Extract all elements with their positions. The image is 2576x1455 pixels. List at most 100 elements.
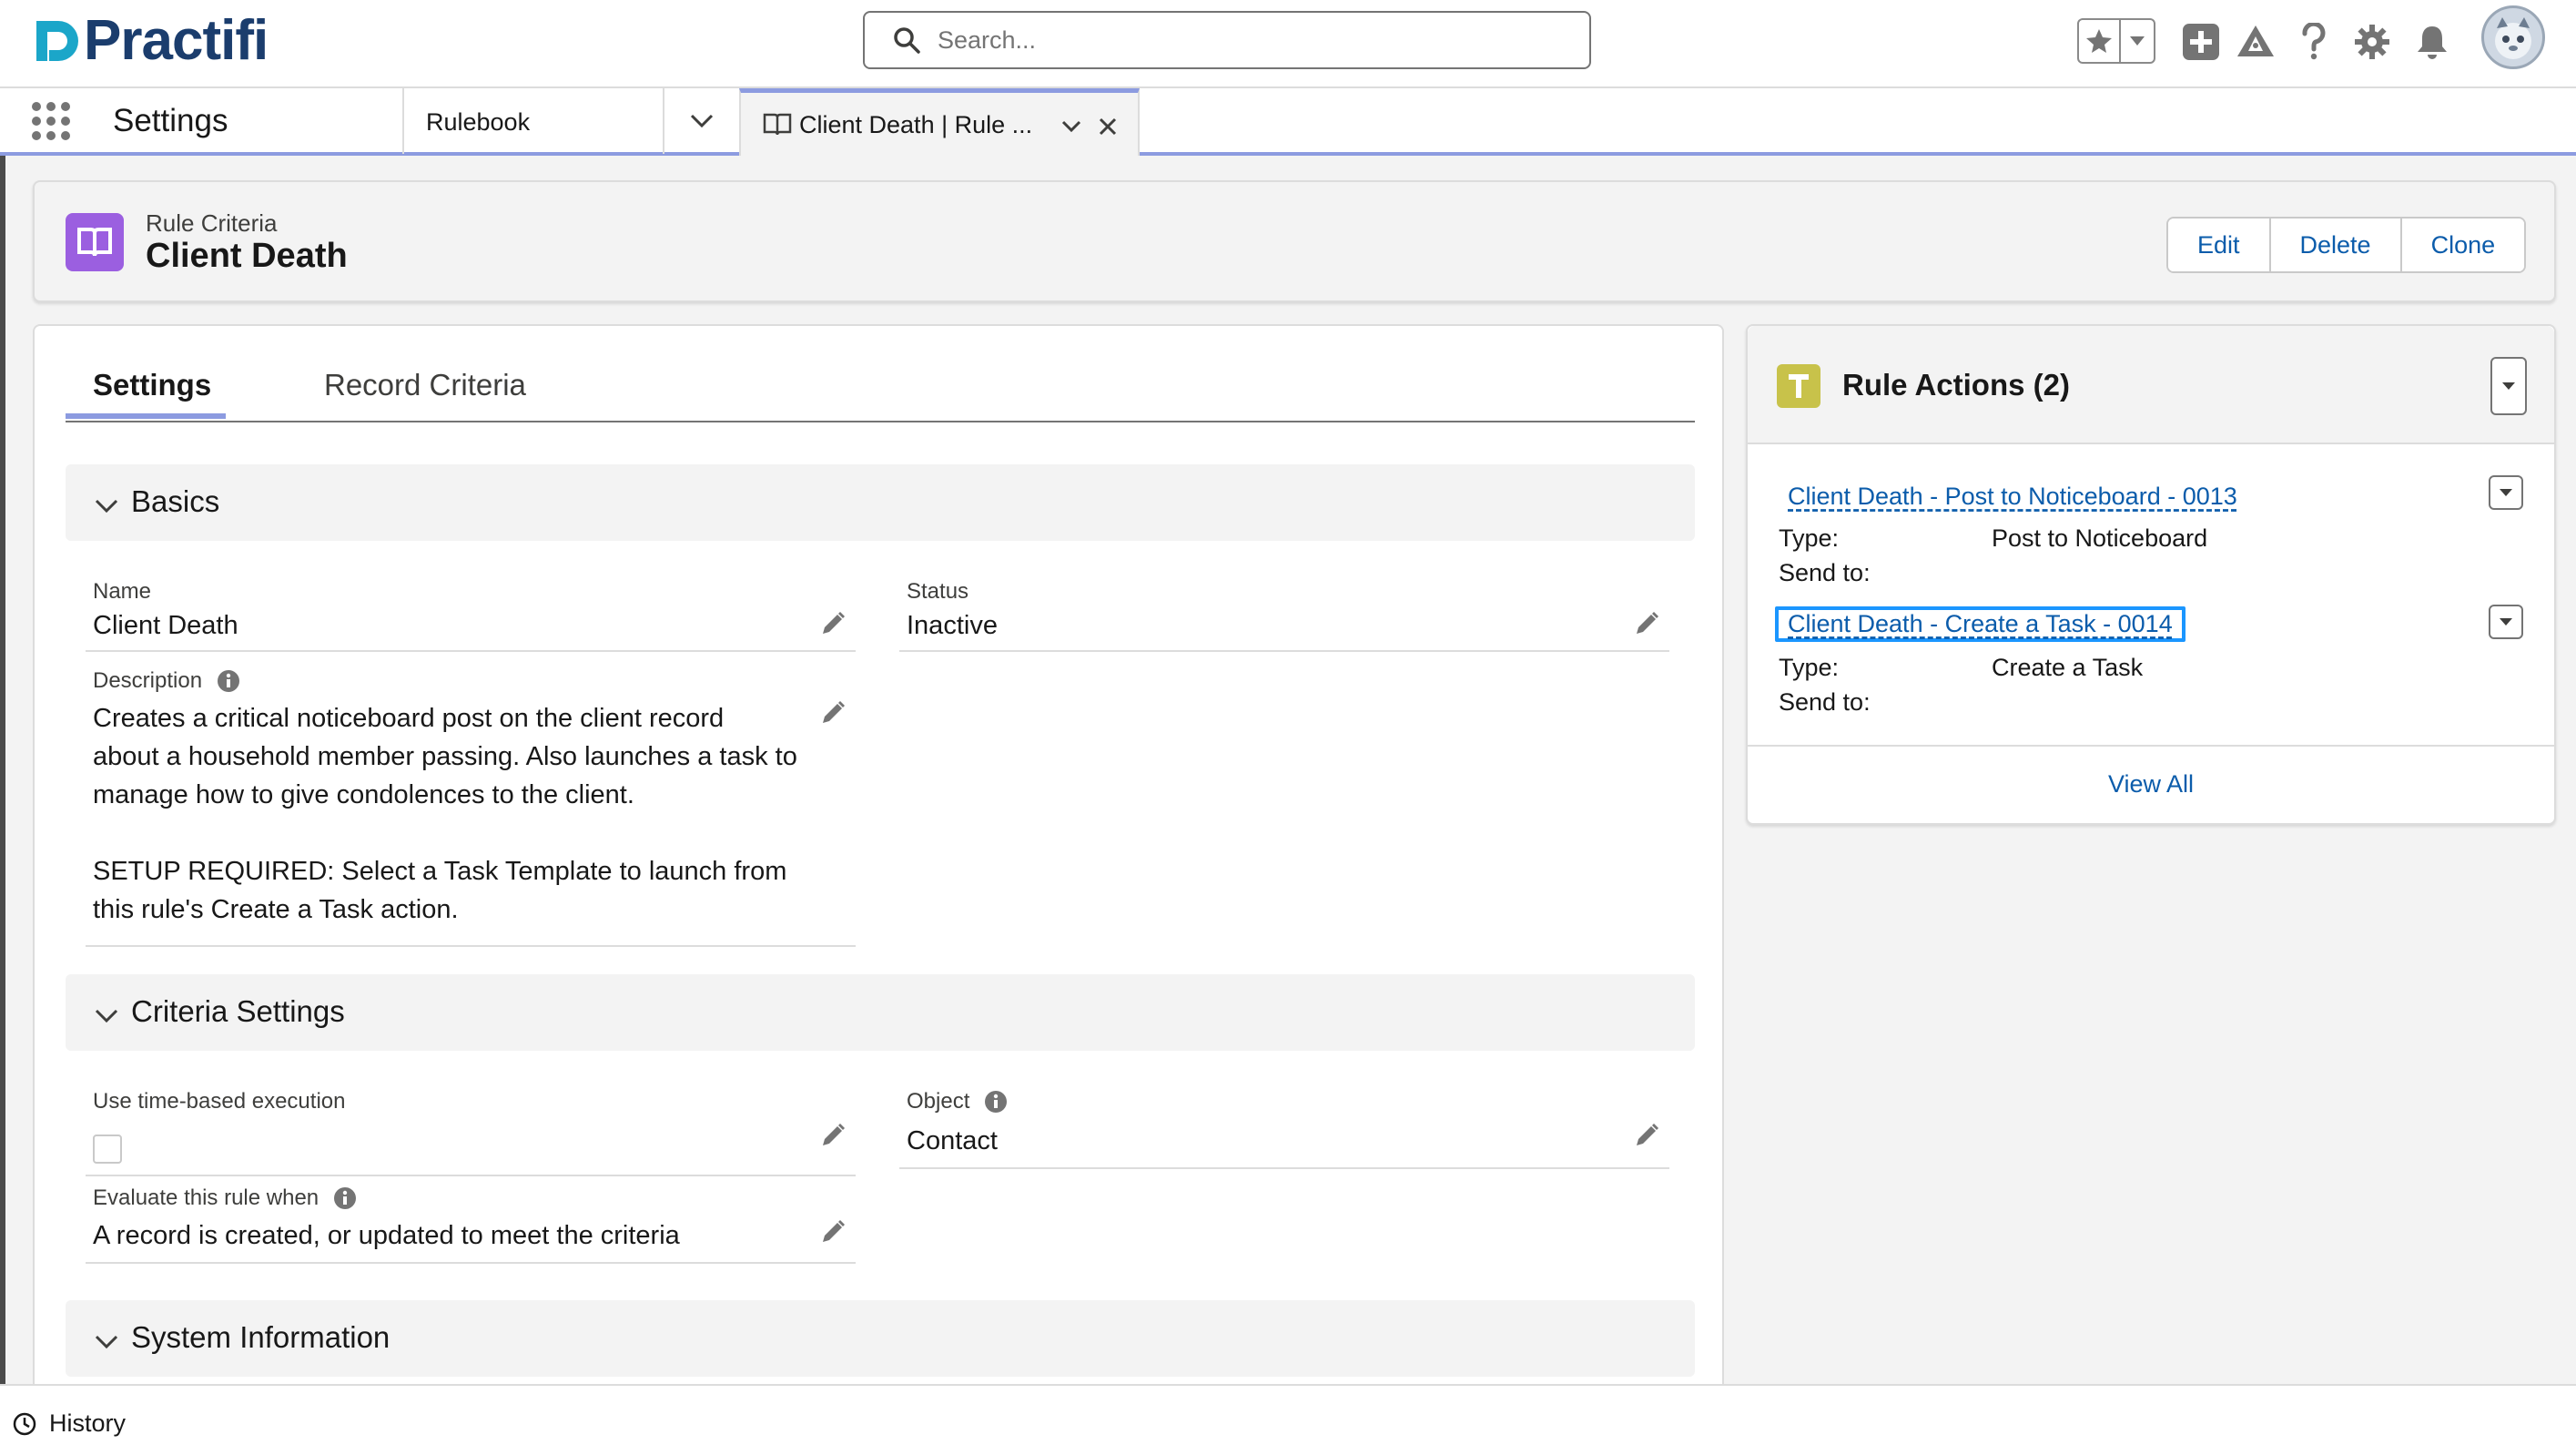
notifications-bell-icon[interactable]: [2410, 20, 2454, 64]
clone-button[interactable]: Clone: [2401, 219, 2525, 271]
rule-action-link[interactable]: Client Death - Post to Noticeboard - 001…: [1779, 481, 2246, 513]
edit-pencil-icon[interactable]: [819, 1218, 847, 1246]
edit-pencil-icon[interactable]: [1633, 610, 1660, 637]
description-label: Description: [93, 668, 203, 693]
type-label: Type:: [1779, 524, 1840, 552]
type-label: Type:: [1779, 654, 1840, 681]
field-label: Description: [93, 668, 240, 694]
close-tab-icon[interactable]: [1094, 113, 1121, 140]
clock-icon: [13, 1412, 36, 1435]
star-icon[interactable]: [2079, 20, 2121, 62]
utility-bar: History: [0, 1384, 2576, 1455]
description-line: this rule's Create a Task action.: [93, 895, 459, 924]
tab-dropdown-chevron-icon[interactable]: [1058, 113, 1085, 140]
rule-actions-title[interactable]: Rule Actions (2): [1842, 368, 2070, 402]
object-label: Object: [907, 1089, 970, 1114]
info-icon[interactable]: [333, 1186, 357, 1210]
field-label: Name: [93, 579, 152, 604]
trailhead-icon[interactable]: [2234, 20, 2277, 64]
view-all-link[interactable]: View All: [2108, 770, 2194, 799]
rule-action-link[interactable]: Client Death - Create a Task - 0014: [1775, 606, 2186, 642]
nav-item-dropdown[interactable]: [664, 88, 739, 154]
tab-record-criteria[interactable]: Record Criteria: [324, 368, 526, 402]
time-based-checkbox[interactable]: [93, 1134, 122, 1164]
rule-actions-footer: View All: [1748, 745, 2554, 823]
rule-actions-card: Rule Actions (2) Client Death - Post to …: [1746, 324, 2556, 825]
detail-tabs: Settings Record Criteria: [66, 326, 1695, 422]
chevron-down-icon: [2500, 618, 2512, 626]
section-system-information-header[interactable]: System Information: [66, 1300, 1695, 1377]
field-label: Evaluate this rule when: [93, 1185, 357, 1211]
rulebook-icon: [763, 113, 792, 136]
edit-pencil-icon[interactable]: [819, 1122, 847, 1149]
description-line: manage how to give condolences to the cl…: [93, 780, 634, 809]
field-status: Status Inactive: [899, 579, 1669, 652]
field-value: Inactive: [907, 611, 998, 640]
user-avatar[interactable]: [2481, 5, 2545, 69]
logo-text: Practifi: [84, 9, 269, 72]
send-to-label: Send to:: [1779, 688, 1871, 716]
record-header: Rule Criteria Client Death Edit Delete C…: [33, 180, 2556, 302]
active-tab-indicator: [66, 413, 226, 419]
nav-item-rulebook[interactable]: Rulebook: [402, 88, 664, 154]
evaluate-label: Evaluate this rule when: [93, 1185, 319, 1210]
workspace-tab-label: Client Death | Rule ...: [799, 111, 1033, 138]
send-to-label: Send to:: [1779, 559, 1871, 586]
section-title: Criteria Settings: [131, 994, 345, 1028]
rule-action-menu-button[interactable]: [2489, 475, 2523, 510]
left-edge-divider: [0, 156, 5, 1385]
rule-action-menu-button[interactable]: [2489, 605, 2523, 639]
description-line: Creates a critical noticeboard post on t…: [93, 704, 725, 733]
description-text: Creates a critical noticeboard post on t…: [93, 699, 797, 929]
rule-action-item: Client Death - Post to Noticeboard - 001…: [1779, 475, 2525, 590]
utility-history-label: History: [49, 1409, 127, 1437]
field-evaluate-when: Evaluate this rule when A record is crea…: [86, 1185, 856, 1264]
field-label: Use time-based execution: [93, 1089, 346, 1114]
chevron-down-icon: [2500, 489, 2512, 496]
chevron-down-icon: [95, 1335, 118, 1349]
rule-action-item: Client Death - Create a Task - 0014 Type…: [1775, 605, 2525, 719]
record-type-label: Rule Criteria: [146, 209, 278, 237]
practifi-logo[interactable]: Practifi: [31, 9, 269, 72]
chevron-down-icon: [95, 499, 118, 514]
chevron-down-icon: [2502, 382, 2515, 390]
edit-button[interactable]: Edit: [2168, 219, 2271, 271]
global-search[interactable]: [863, 11, 1591, 69]
type-value: Create a Task: [1992, 654, 2144, 681]
info-icon[interactable]: [984, 1090, 1008, 1114]
section-basics-header[interactable]: Basics: [66, 464, 1695, 541]
field-value: A record is created, or updated to meet …: [93, 1221, 680, 1250]
setup-gear-icon[interactable]: [2350, 20, 2394, 64]
edit-pencil-icon[interactable]: [819, 610, 847, 637]
record-detail-card: Settings Record Criteria Basics Name Cli…: [33, 324, 1724, 1455]
edit-pencil-icon[interactable]: [819, 699, 847, 727]
rule-actions-menu-button[interactable]: [2490, 357, 2527, 415]
search-icon: [894, 27, 920, 54]
favorites-button[interactable]: [2077, 18, 2155, 64]
description-line: SETUP REQUIRED: Select a Task Template t…: [93, 857, 787, 886]
type-value: Post to Noticeboard: [1992, 524, 2208, 552]
nav-item-label: Rulebook: [426, 108, 531, 136]
record-action-buttons: Edit Delete Clone: [2166, 217, 2527, 273]
section-criteria-settings-header[interactable]: Criteria Settings: [66, 974, 1695, 1051]
favorites-dropdown-icon[interactable]: [2121, 20, 2154, 62]
search-input[interactable]: [938, 25, 1557, 55]
utility-history[interactable]: History: [13, 1409, 126, 1438]
workspace-tab-client-death[interactable]: Client Death | Rule ...: [739, 88, 1140, 156]
field-value: Contact: [907, 1126, 998, 1155]
delete-button[interactable]: Delete: [2270, 219, 2402, 271]
edit-pencil-icon[interactable]: [1633, 1122, 1660, 1149]
description-line: about a household member passing. Also l…: [93, 742, 797, 771]
field-value: Client Death: [93, 611, 238, 640]
global-actions-add-icon[interactable]: [2179, 20, 2223, 64]
help-icon[interactable]: [2292, 20, 2336, 64]
app-launcher-icon[interactable]: [31, 101, 71, 141]
info-icon[interactable]: [217, 669, 240, 693]
rule-actions-header: Rule Actions (2): [1748, 326, 2554, 444]
logo-mark-icon: [36, 21, 78, 61]
field-label: Object: [907, 1089, 1008, 1114]
section-title: System Information: [131, 1320, 390, 1354]
navigation-bar: Settings Rulebook Client Death | Rule ..…: [0, 86, 2576, 156]
field-object: Object Contact: [899, 1089, 1669, 1169]
tab-settings[interactable]: Settings: [93, 368, 211, 402]
